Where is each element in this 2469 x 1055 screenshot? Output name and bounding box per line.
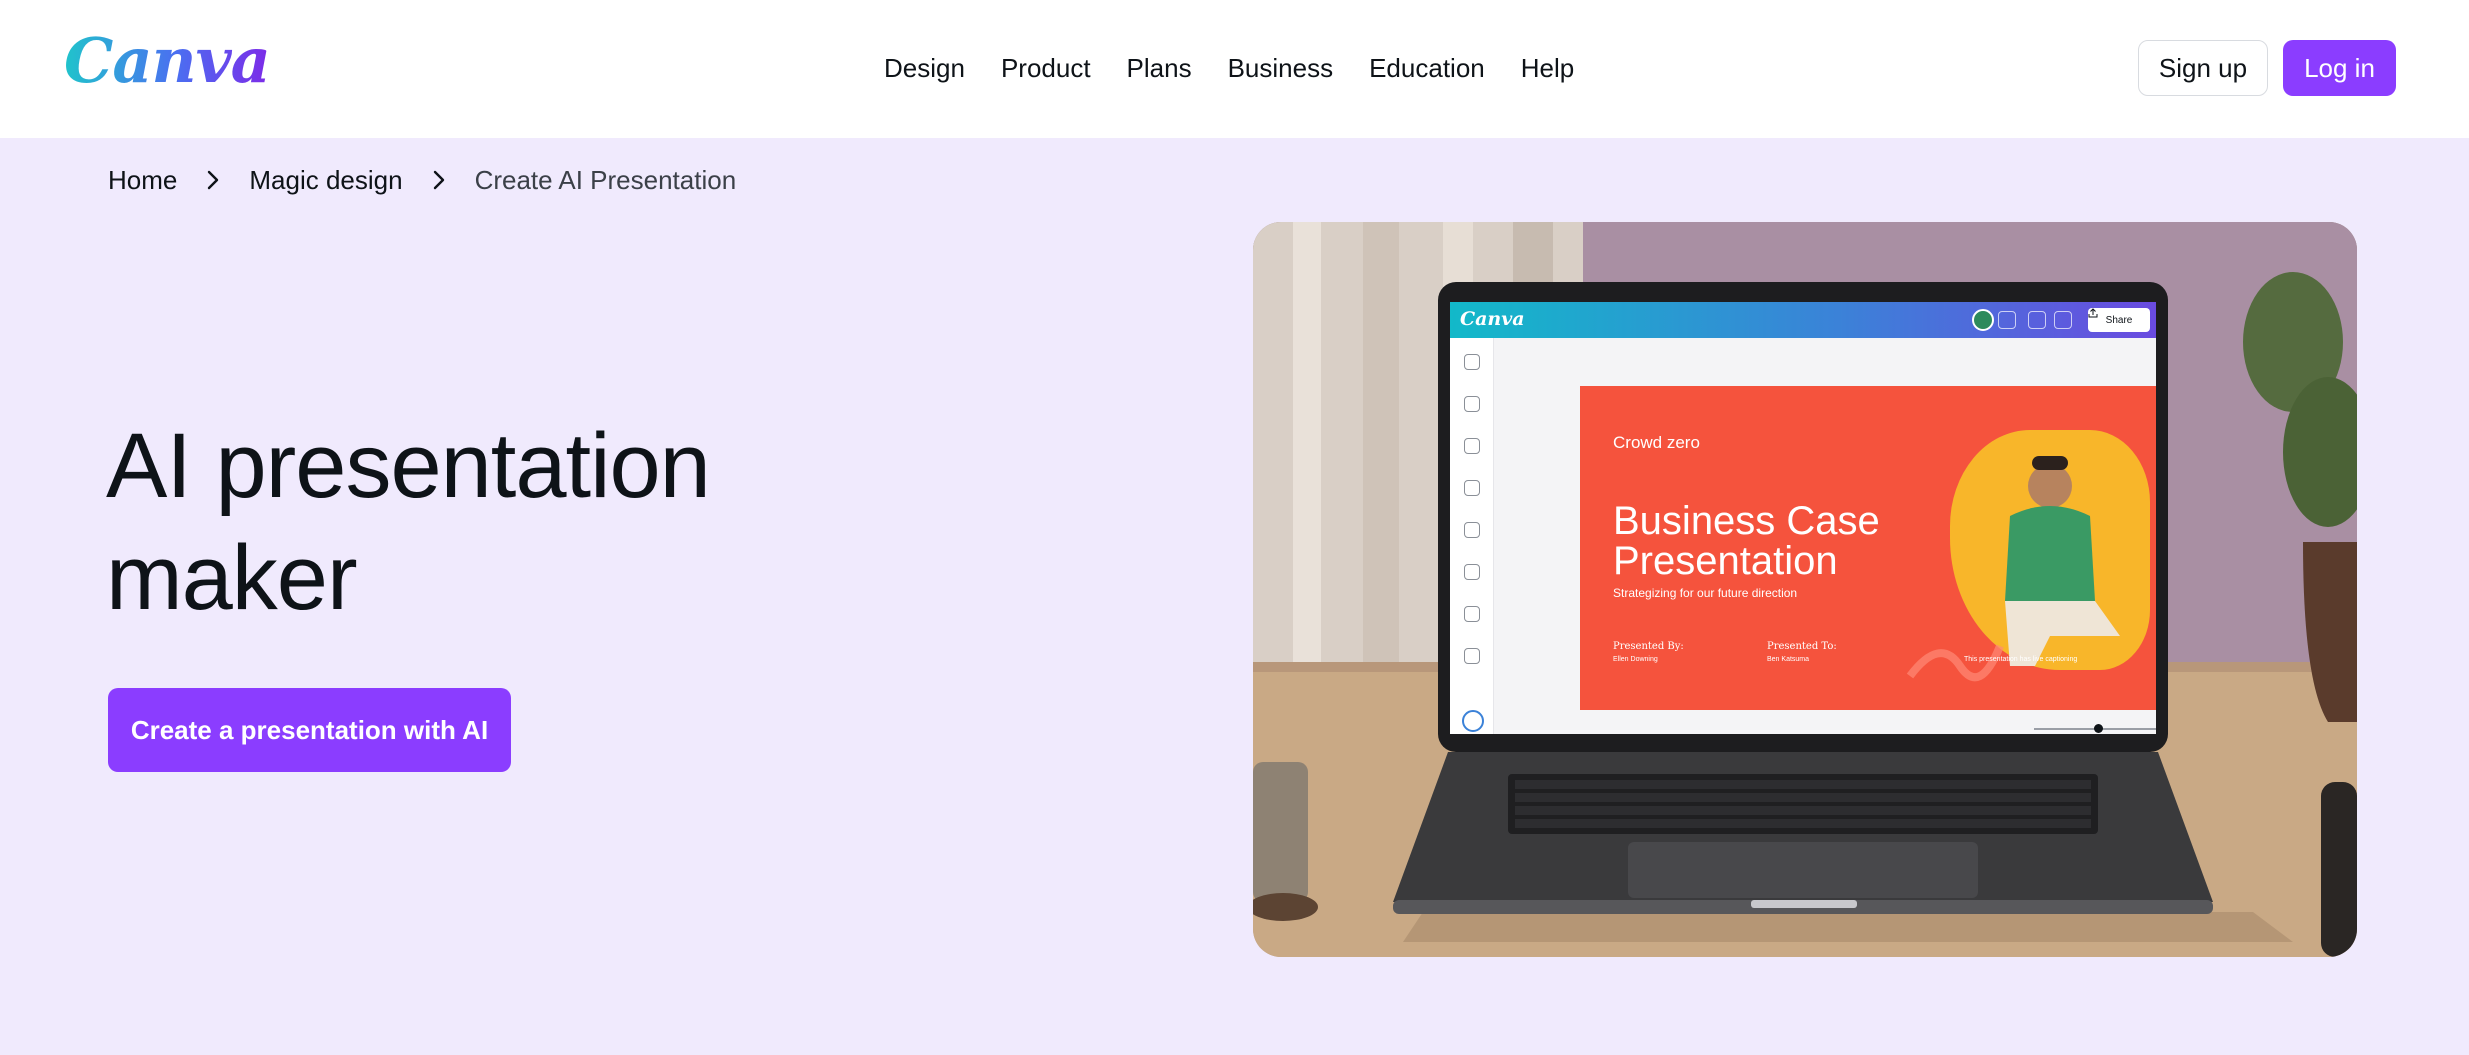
hero-image: Canva Share Crowd zero Business Case Pre… — [1253, 222, 2357, 957]
slide-subtitle: Strategizing for our future direction — [1613, 586, 1798, 600]
slide-title-line-1: Business Case — [1613, 499, 1880, 543]
upload-cloud-icon — [1464, 522, 1480, 538]
chevron-right-icon — [403, 169, 475, 191]
share-button: Share — [2088, 308, 2150, 332]
editor-canvas: Crowd zero Business Case Presentation St… — [1494, 338, 2156, 734]
breadcrumb-home[interactable]: Home — [108, 162, 177, 198]
presented-by-name: Ellen Downing — [1613, 656, 1658, 663]
nav-item-education[interactable]: Education — [1369, 50, 1485, 86]
apps-icon — [1464, 648, 1480, 664]
presented-to-label: Presented To: — [1767, 641, 1837, 652]
log-in-button[interactable]: Log in — [2283, 40, 2396, 96]
chevron-right-icon — [177, 169, 249, 191]
presented-to-name: Ben Katsuma — [1767, 656, 1810, 663]
nav-item-product[interactable]: Product — [1001, 50, 1091, 86]
sign-up-button[interactable]: Sign up — [2138, 40, 2268, 96]
template-icon — [1464, 354, 1480, 370]
presented-by-label: Presented By: — [1613, 641, 1684, 652]
zoom-slider-handle — [2094, 724, 2103, 733]
create-presentation-button[interactable]: Create a presentation with AI — [108, 688, 511, 772]
brand-icon — [1464, 480, 1480, 496]
share-label: Share — [2105, 314, 2133, 326]
app-logo: Canva — [1460, 308, 1525, 330]
nav-item-plans[interactable]: Plans — [1127, 50, 1192, 86]
text-icon — [1464, 438, 1480, 454]
breadcrumb-magic-design[interactable]: Magic design — [249, 162, 402, 198]
site-header: Canva Design Product Plans Business Educ… — [0, 0, 2469, 138]
avatar — [1972, 309, 1994, 331]
canva-logo[interactable]: Canva — [64, 30, 271, 92]
captioning-note: This presentation has live captioning — [1964, 656, 2078, 663]
breadcrumb: Home Magic design Create AI Presentation — [108, 162, 736, 198]
editor-side-rail — [1450, 338, 1494, 734]
comment-icon — [2054, 311, 2072, 329]
draw-icon — [1464, 564, 1480, 580]
folder-icon — [1464, 606, 1480, 622]
page-title: AI presentation maker — [106, 410, 1006, 634]
plus-icon — [1998, 311, 2016, 329]
laptop-screen: Canva Share Crowd zero Business Case Pre… — [1450, 302, 2156, 734]
nav-item-business[interactable]: Business — [1228, 50, 1334, 86]
nav-item-design[interactable]: Design — [884, 50, 965, 86]
magic-icon — [1462, 710, 1484, 732]
slide-title: Business Case Presentation — [1613, 501, 1943, 581]
page-title-line-1: AI presentation — [106, 415, 711, 517]
slide-title-line-2: Presentation — [1613, 539, 1838, 583]
elements-icon — [1464, 396, 1480, 412]
app-toolbar: Canva Share — [1450, 302, 2156, 338]
slide-brand: Crowd zero — [1613, 433, 1700, 452]
breadcrumb-current: Create AI Presentation — [474, 165, 737, 195]
nav-item-help[interactable]: Help — [1521, 50, 1574, 86]
upload-icon — [2088, 308, 2098, 318]
presentation-slide: Crowd zero Business Case Presentation St… — [1580, 386, 2156, 710]
page-title-line-2: maker — [106, 527, 358, 629]
main-nav: Design Product Plans Business Education … — [884, 50, 1610, 86]
chart-icon — [2028, 311, 2046, 329]
